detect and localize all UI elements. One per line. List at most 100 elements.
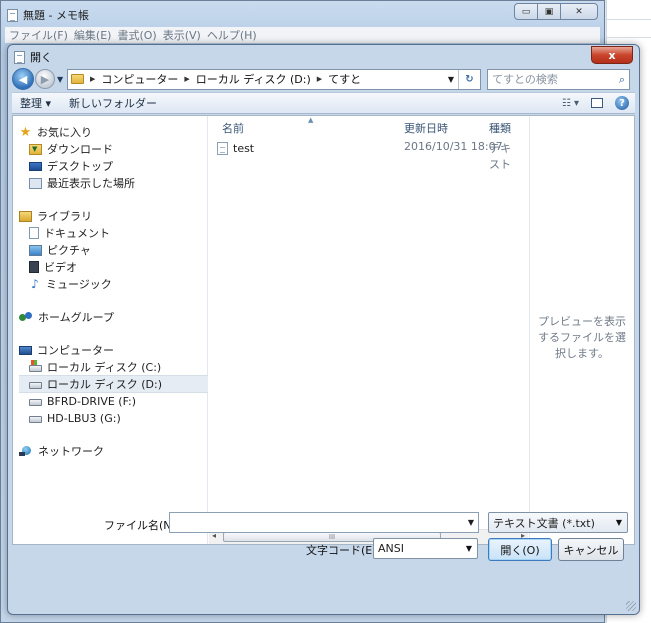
menu-edit[interactable]: 編集(E) [74, 27, 112, 43]
homegroup-icon [19, 311, 33, 323]
nav-label: ビデオ [44, 261, 77, 274]
breadcrumb-computer[interactable]: コンピューター [101, 71, 178, 87]
encoding-label: 文字コード(E): [306, 544, 381, 557]
filename-dropdown-icon[interactable]: ▼ [468, 518, 474, 527]
search-icon[interactable]: ⌕ [619, 73, 625, 87]
nav-label: ミュージック [46, 278, 112, 291]
filename-input[interactable]: ▼ [169, 512, 479, 533]
desktop-icon [29, 161, 42, 171]
column-header-type[interactable]: 種類 [489, 120, 511, 136]
back-arrow-icon[interactable]: ◀ [12, 68, 34, 90]
dialog-titlebar: 開く [14, 49, 52, 65]
address-bar[interactable]: ▶ コンピューター ▶ ローカル ディスク (D:) ▶ てすと ▼ ↻ [67, 68, 481, 90]
encoding-select[interactable]: ANSI ▼ [373, 538, 478, 559]
menu-format[interactable]: 書式(O) [117, 27, 156, 43]
nav-label: HD-LBU3 (G:) [47, 411, 121, 425]
cancel-button[interactable]: キャンセル [558, 538, 624, 561]
encoding-value: ANSI [378, 542, 404, 555]
breadcrumb-drive-d[interactable]: ローカル ディスク (D:) [196, 71, 311, 87]
file-row[interactable]: test 2016/10/31 18:07 テキスト [217, 140, 517, 171]
menu-file[interactable]: ファイル(F) [9, 27, 68, 43]
sort-ascending-icon: ▲ [308, 116, 314, 124]
search-input[interactable]: てすとの検索 ⌕ [487, 68, 630, 90]
nav-pictures[interactable]: ピクチャ [29, 241, 224, 259]
menu-view[interactable]: 表示(V) [163, 27, 201, 43]
address-dropdown-icon[interactable]: ▼ [448, 75, 454, 84]
resize-grip-icon[interactable] [626, 601, 636, 611]
nav-network[interactable]: ネットワーク [19, 442, 214, 460]
open-dialog: 開く x ◀ ▶ ▼ ▶ コンピューター ▶ ローカル ディスク (D:) ▶ … [7, 44, 640, 615]
nav-label: 最近表示した場所 [47, 177, 135, 190]
dialog-close-button[interactable]: x [591, 46, 633, 64]
change-view-icon[interactable]: ☷ ▾ [562, 98, 579, 109]
recent-pages-chevron-icon[interactable]: ▼ [57, 75, 65, 84]
refresh-icon[interactable]: ↻ [458, 69, 480, 89]
nav-desktop[interactable]: デスクトップ [29, 157, 224, 175]
nav-documents[interactable]: ドキュメント [29, 224, 224, 242]
minimize-button[interactable]: ▭ [514, 3, 538, 20]
breadcrumb-tesuto[interactable]: てすと [328, 71, 361, 87]
preview-message: プレビューを表示するファイルを選択します。 [538, 315, 626, 360]
nav-homegroup[interactable]: ホームグループ [19, 308, 214, 326]
nav-label: ライブラリ [37, 210, 92, 223]
notepad-icon [7, 8, 18, 22]
close-button[interactable]: ✕ [560, 3, 598, 20]
column-header-modified[interactable]: 更新日時 [404, 120, 448, 136]
organize-button[interactable]: 整理 ▾ [20, 95, 51, 111]
filetype-value: テキスト文書 (*.txt) [493, 516, 595, 530]
network-icon [19, 445, 33, 457]
nav-label: ピクチャ [47, 244, 91, 257]
nav-label: ドキュメント [44, 227, 110, 240]
nav-favorites[interactable]: ★ お気に入り [19, 123, 214, 141]
crumb-separator-icon[interactable]: ▶ [317, 75, 322, 83]
maximize-button[interactable]: ▣ [537, 3, 561, 20]
filetype-select[interactable]: テキスト文書 (*.txt) ▼ [488, 512, 628, 533]
nav-label: BFRD-DRIVE (F:) [47, 394, 137, 408]
encoding-dropdown-icon[interactable]: ▼ [466, 544, 472, 553]
drive-icon [29, 381, 42, 389]
nav-downloads[interactable]: ダウンロード [29, 140, 224, 158]
nav-label: ローカル ディスク (C:) [47, 361, 162, 374]
nav-videos[interactable]: ビデオ [29, 258, 224, 276]
help-icon[interactable]: ? [615, 96, 629, 110]
address-row: ◀ ▶ ▼ ▶ コンピューター ▶ ローカル ディスク (D:) ▶ てすと ▼… [12, 67, 635, 91]
preview-pane-icon[interactable] [591, 98, 603, 108]
documents-icon [29, 227, 39, 239]
nav-label: ホームグループ [38, 311, 115, 324]
downloads-folder-icon [29, 143, 42, 155]
file-modified: 2016/10/31 18:07 [404, 140, 503, 153]
nav-label: お気に入り [37, 126, 92, 139]
notepad-menubar: ファイル(F) 編集(E) 書式(O) 表示(V) ヘルプ(H) [5, 27, 600, 43]
videos-icon [29, 261, 39, 273]
navigation-pane: ★ お気に入り ダウンロード デスクトップ 最近表示した場所 ライブラリ [13, 116, 208, 544]
view-controls: ☷ ▾ ? [562, 96, 629, 110]
new-folder-button[interactable]: 新しいフォルダー [69, 95, 157, 111]
notepad-title: 無題 - メモ帳 [23, 9, 89, 22]
column-header-name[interactable]: 名前 [222, 120, 244, 136]
nav-music[interactable]: ♪ ミュージック [29, 275, 224, 293]
forward-arrow-icon[interactable]: ▶ [35, 69, 55, 89]
recent-places-icon [29, 177, 42, 189]
star-icon: ★ [19, 124, 32, 140]
crumb-separator-icon[interactable]: ▶ [184, 75, 189, 83]
music-icon: ♪ [31, 277, 39, 291]
nav-drive-d[interactable]: ローカル ディスク (D:) [19, 375, 208, 393]
nav-computer[interactable]: コンピューター [19, 341, 214, 359]
nav-drive-c[interactable]: ローカル ディスク (C:) [29, 358, 224, 376]
crumb-separator-icon[interactable]: ▶ [90, 75, 95, 83]
nav-drive-f[interactable]: BFRD-DRIVE (F:) [29, 392, 224, 410]
nav-libraries[interactable]: ライブラリ [19, 207, 214, 225]
nav-label: ダウンロード [47, 143, 113, 156]
command-bar: 整理 ▾ 新しいフォルダー ☷ ▾ ? [12, 92, 635, 114]
nav-label: ネットワーク [38, 445, 104, 458]
folder-icon [71, 74, 84, 84]
nav-drive-g[interactable]: HD-LBU3 (G:) [29, 409, 224, 427]
text-file-icon [217, 141, 228, 155]
nav-recent-places[interactable]: 最近表示した場所 [29, 174, 224, 192]
dialog-title: 開く [30, 51, 52, 64]
open-button[interactable]: 開く(O) [488, 538, 552, 561]
content-area: ★ お気に入り ダウンロード デスクトップ 最近表示した場所 ライブラリ [12, 115, 635, 545]
filetype-dropdown-icon[interactable]: ▼ [616, 518, 622, 527]
menu-help[interactable]: ヘルプ(H) [207, 27, 257, 43]
notepad-titlebar: 無題 - メモ帳 [7, 6, 89, 24]
